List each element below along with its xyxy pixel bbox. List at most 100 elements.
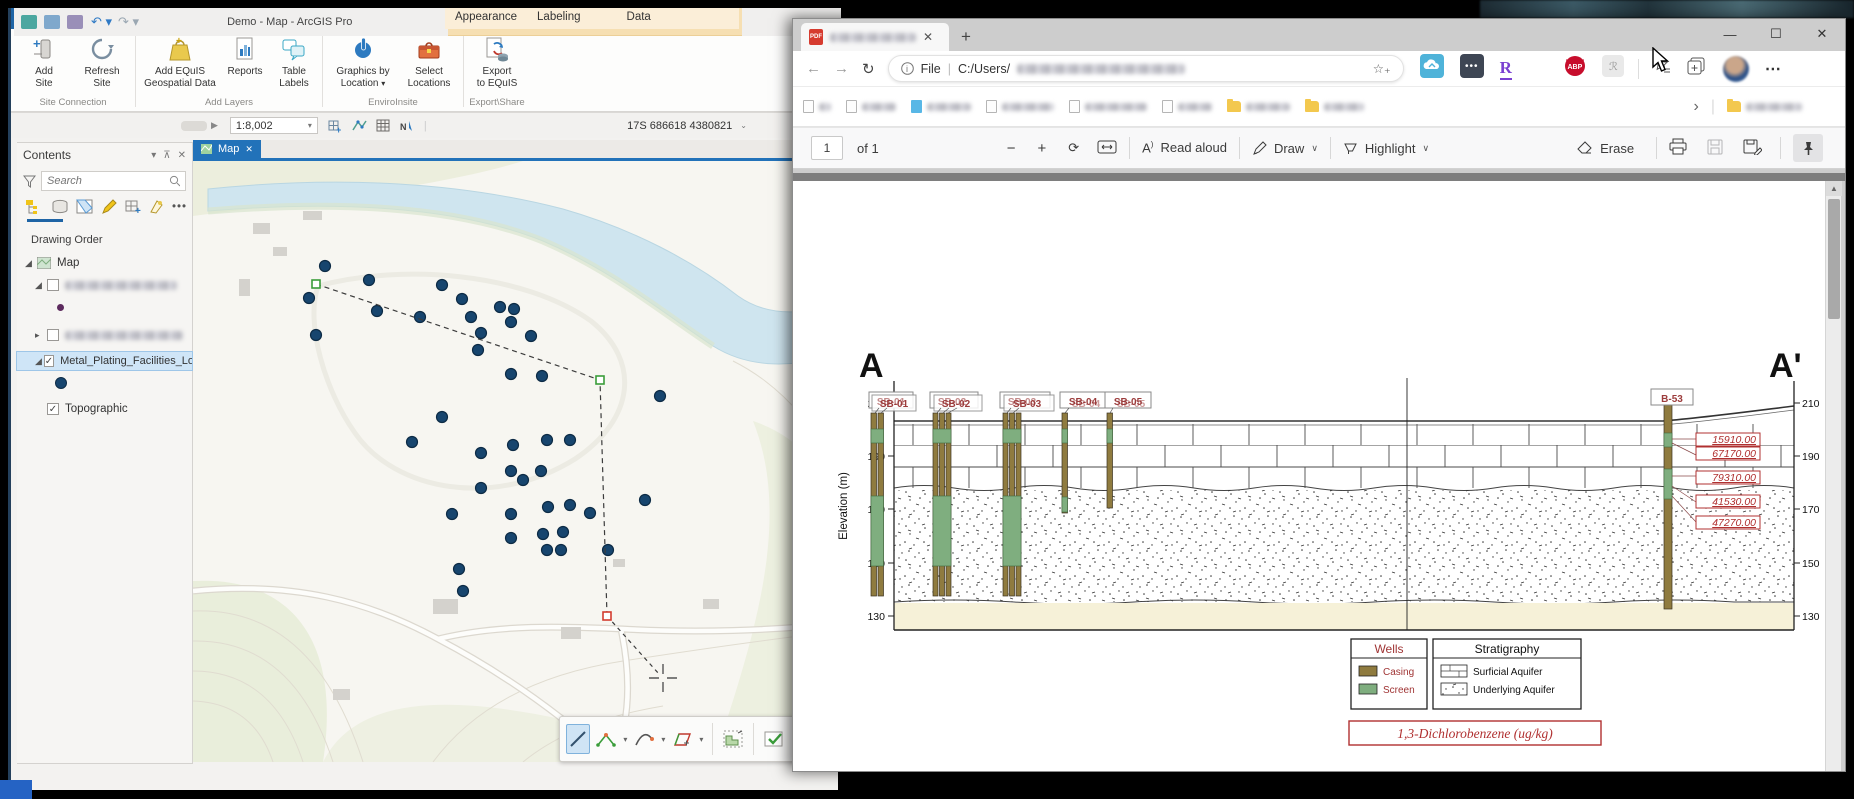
search-input[interactable] <box>47 175 169 187</box>
facility-point[interactable] <box>466 312 477 323</box>
facility-point[interactable] <box>437 412 448 423</box>
panel-menu-icon[interactable]: ▾ <box>151 150 156 161</box>
address-bar[interactable]: i File | C:/Users/ ☆₊ <box>888 55 1404 82</box>
facility-point[interactable] <box>476 448 487 459</box>
extension-r-grey-icon[interactable]: ℛ <box>1602 55 1624 82</box>
facility-point[interactable] <box>506 533 517 544</box>
facility-point[interactable] <box>311 330 322 341</box>
facility-point[interactable] <box>437 280 448 291</box>
extension-more-icon[interactable]: ••• <box>1460 54 1484 83</box>
bookmark-folder[interactable] <box>1305 101 1364 112</box>
trace-tool-button[interactable] <box>670 724 694 754</box>
sketch-vertex-end[interactable] <box>603 612 611 620</box>
browser-titlebar[interactable]: PDF ✕ + — ☐ ✕ <box>793 19 1845 51</box>
bookmark-item[interactable] <box>803 100 831 113</box>
save-as-icon[interactable] <box>1743 139 1762 158</box>
highlight-button[interactable]: Highlight∨ <box>1343 141 1429 156</box>
pin-toolbar-button[interactable] <box>1793 134 1823 162</box>
layer-map[interactable]: ◢ Map <box>17 254 192 272</box>
facility-point[interactable] <box>457 294 468 305</box>
refresh-site-button[interactable]: Refresh Site <box>73 31 131 89</box>
coords-dropdown-icon[interactable]: ⌄ <box>740 121 747 130</box>
scrollbar-thumb[interactable] <box>1828 199 1840 319</box>
vertex-tool-button[interactable] <box>594 724 618 754</box>
facility-point[interactable] <box>415 312 426 323</box>
profile-avatar[interactable] <box>1723 56 1749 82</box>
rotate-icon[interactable]: ⟳ <box>1068 140 1079 156</box>
bookmark-item[interactable] <box>1069 100 1147 113</box>
bookmark-item[interactable] <box>1162 100 1212 113</box>
extension-r-icon[interactable]: R <box>1500 58 1512 80</box>
facility-point[interactable] <box>526 331 537 342</box>
maximize-button[interactable]: ☐ <box>1755 21 1797 47</box>
facility-point[interactable] <box>506 369 517 380</box>
list-by-editing-icon[interactable] <box>101 199 117 215</box>
facility-point[interactable] <box>476 483 487 494</box>
facility-point[interactable] <box>542 545 553 556</box>
facility-point[interactable] <box>655 391 666 402</box>
zoom-in-icon[interactable]: + <box>1037 140 1046 157</box>
scroll-right-icon[interactable]: ▶ <box>211 120 218 131</box>
table-labels-button[interactable]: Table Labels <box>270 31 318 89</box>
tab-data[interactable]: Data <box>617 8 661 29</box>
reload-icon[interactable]: ↻ <box>862 60 875 78</box>
tab-labeling[interactable]: Labeling <box>527 8 590 29</box>
sketch-vertex-start[interactable] <box>312 280 320 288</box>
list-by-snapping-icon[interactable]: + <box>124 199 142 215</box>
facility-point[interactable] <box>518 475 529 486</box>
tab-appearance[interactable]: Appearance <box>445 8 527 29</box>
facility-point[interactable] <box>495 302 506 313</box>
other-favorites[interactable] <box>1727 101 1802 112</box>
facility-point[interactable] <box>537 371 548 382</box>
redo-icon[interactable]: ↷ ▾ <box>118 14 139 30</box>
map-canvas[interactable] <box>193 161 841 762</box>
contents-search[interactable] <box>41 171 186 191</box>
finish-sketch-button[interactable] <box>762 724 786 754</box>
browser-tab[interactable]: PDF ✕ <box>801 23 949 51</box>
facility-point[interactable] <box>603 545 614 556</box>
new-tab-button[interactable]: + <box>961 27 971 47</box>
settings-menu-icon[interactable]: ⋯ <box>1765 59 1783 79</box>
facility-point[interactable] <box>320 261 331 272</box>
facility-point[interactable] <box>556 545 567 556</box>
layer-redacted-1[interactable]: ◢ <box>17 276 192 294</box>
facility-point[interactable] <box>506 509 517 520</box>
map-view-tab[interactable]: Map ✕ <box>193 140 261 158</box>
facility-point[interactable] <box>476 328 487 339</box>
erase-button[interactable]: Erase <box>1577 141 1634 156</box>
sketch-vertex-mid[interactable] <box>596 376 604 384</box>
edit-vertices-button[interactable] <box>721 724 745 754</box>
close-panel-icon[interactable]: ✕ <box>178 150 186 161</box>
layer-metal-plating[interactable]: ◢✓ Metal_Plating_Facilities_Locations_2 <box>17 352 192 370</box>
facility-point[interactable] <box>536 466 547 477</box>
extension-cloud-icon[interactable] <box>1420 54 1444 83</box>
facility-point[interactable] <box>407 437 418 448</box>
minimize-button[interactable]: — <box>1709 21 1751 47</box>
facility-point[interactable] <box>640 495 651 506</box>
list-by-drawing-order-icon[interactable] <box>25 199 44 215</box>
layer-topographic[interactable]: ✓Topographic <box>17 400 192 418</box>
layer-1-symbol[interactable] <box>17 298 192 316</box>
line-tool-button[interactable] <box>566 724 590 754</box>
page-number-input[interactable]: 1 <box>811 136 843 160</box>
facility-point[interactable] <box>543 502 554 513</box>
trace-dropdown-icon[interactable]: ▾ <box>699 735 703 744</box>
facility-point[interactable] <box>542 435 553 446</box>
new-project-icon[interactable] <box>21 15 37 29</box>
bookmark-folder[interactable] <box>1227 101 1290 112</box>
list-by-data-source-icon[interactable] <box>51 199 69 215</box>
pdf-scrollbar[interactable]: ▲ <box>1825 181 1841 771</box>
animation-icon[interactable] <box>351 119 367 132</box>
coordinate-readout[interactable]: 17S 686618 4380821 ⌄ <box>627 120 747 132</box>
metal-plating-symbol[interactable] <box>17 374 192 392</box>
back-icon[interactable]: ← <box>806 60 821 77</box>
bookmark-item[interactable] <box>911 100 971 113</box>
list-by-selection-icon[interactable] <box>76 199 94 215</box>
table-icon[interactable] <box>376 119 390 132</box>
contents-overflow-icon[interactable]: ••• <box>172 201 187 213</box>
info-icon[interactable]: i <box>901 62 914 75</box>
graphics-by-location-button[interactable]: Graphics by Location ▾ <box>327 31 399 89</box>
facility-point[interactable] <box>364 275 375 286</box>
facility-point[interactable] <box>372 306 383 317</box>
select-locations-button[interactable]: Select Locations <box>399 31 459 89</box>
